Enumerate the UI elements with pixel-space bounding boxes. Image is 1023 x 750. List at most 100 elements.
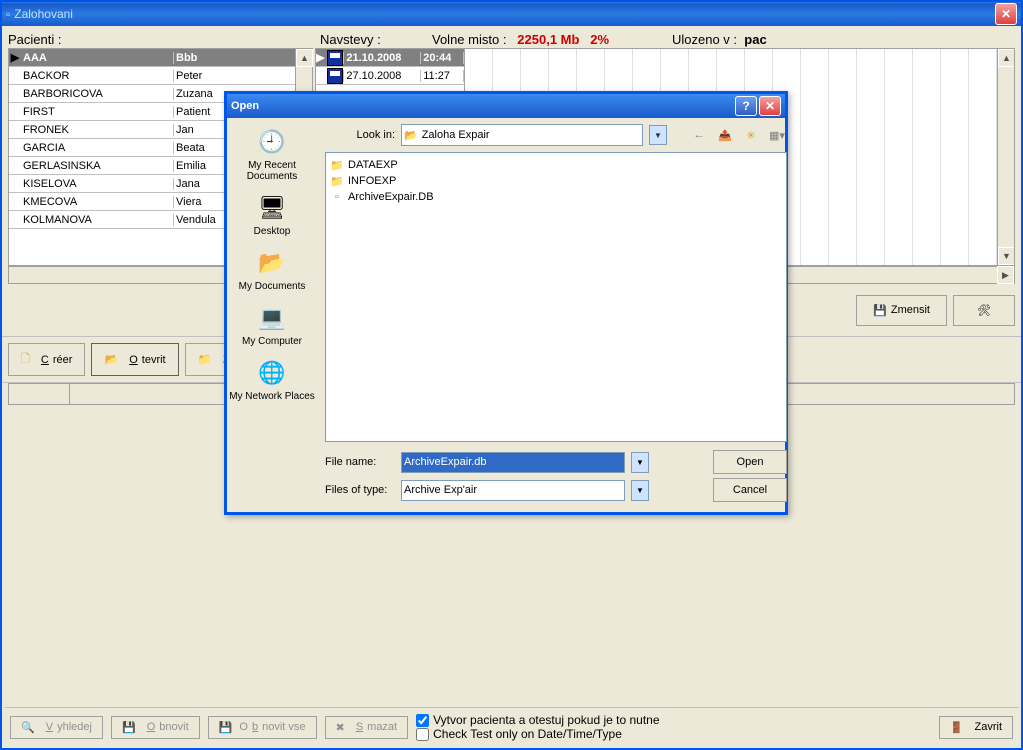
door-exit-icon: 🚪	[950, 721, 964, 734]
file-new-icon: 🗋	[21, 350, 30, 369]
check-vytvor[interactable]: Vytvor pacienta a otestuj pokud je to nu…	[416, 713, 659, 727]
lookin-dropdown-button[interactable]: ▼	[649, 125, 667, 145]
save-all-icon: 💾	[219, 721, 233, 734]
back-button[interactable]: ←	[689, 125, 709, 145]
scroll-up-icon[interactable]: ▲	[998, 49, 1015, 67]
places-bar: 🕘My Recent Documents 🖥Desktop 📂My Docume…	[227, 118, 317, 512]
folder-open-icon: 📂	[404, 129, 418, 142]
lookin-combo[interactable]: 📂 Zaloha Expair	[401, 124, 643, 146]
folder-open-icon: 📂	[104, 353, 118, 366]
dialog-help-button[interactable]: ?	[735, 96, 757, 116]
cell-surname: FRONEK	[21, 124, 174, 136]
cell-name: Bbb	[174, 52, 312, 64]
cell-surname: KMECOVA	[21, 196, 174, 208]
save-icon: 💾	[122, 721, 136, 734]
bottom-toolbar: 🔍 Vyhledej 💾 Obnovit 💾 Obnovit vse ✖ Sma…	[4, 707, 1019, 746]
cell-surname: KOLMANOVA	[21, 214, 174, 226]
scroll-down-icon[interactable]: ▼	[998, 247, 1015, 265]
delete-icon: ✖	[336, 721, 345, 734]
row-pointer-icon: ▶	[316, 51, 327, 64]
scroll-right-icon[interactable]: ▶	[997, 266, 1014, 284]
cell-time: 11:27	[421, 70, 464, 82]
obnovit-vse-button[interactable]: 💾 Obnovit vse	[208, 716, 317, 739]
pacienti-label: Pacienti :	[8, 32, 61, 47]
visits-scrollbar-v[interactable]: ▲ ▼	[997, 49, 1014, 265]
lookin-value: Zaloha Expair	[422, 129, 490, 141]
cell-name: Peter	[174, 70, 312, 82]
check-test-only[interactable]: Check Test only on Date/Time/Type	[416, 727, 659, 741]
app-icon: ▫	[6, 7, 10, 21]
main-titlebar: ▫ Zalohovani ✕	[2, 2, 1021, 26]
dialog-titlebar[interactable]: Open ? ✕	[227, 94, 785, 118]
folder-icon: 📁	[330, 158, 344, 172]
file-list[interactable]: 📁DATAEXP📁 INFOEXP ▫ArchiveExpair.DB	[325, 152, 787, 442]
file-name: ArchiveExpair.DB	[348, 191, 434, 203]
save-red-icon: 💾	[873, 304, 887, 317]
list-item[interactable]: 📁DATAEXP	[330, 157, 782, 173]
cell-surname: BARBORICOVA	[21, 88, 174, 100]
list-item[interactable]: 📁 INFOEXP	[330, 173, 782, 189]
cell-date: 21.10.2008	[343, 52, 421, 64]
list-item[interactable]: ▫ArchiveExpair.DB	[330, 189, 782, 205]
place-desktop[interactable]: 🖥Desktop	[227, 188, 317, 241]
cell-surname: KISELOVA	[21, 178, 174, 190]
place-network[interactable]: 🌐My Network Places	[227, 353, 317, 406]
ulozeno-value: pac	[744, 32, 766, 47]
obnovit-button[interactable]: 💾 Obnovit	[111, 716, 200, 739]
window-close-button[interactable]: ✕	[995, 3, 1017, 25]
save-icon	[327, 50, 343, 66]
desktop-icon: 🖥	[256, 192, 288, 224]
dialog-title: Open	[231, 100, 259, 112]
place-recent[interactable]: 🕘My Recent Documents	[227, 122, 317, 186]
open-dialog: Open ? ✕ 🕘My Recent Documents 🖥Desktop 📂…	[224, 91, 788, 515]
recent-docs-icon: 🕘	[256, 126, 288, 158]
folder-icon: 📁	[198, 353, 212, 366]
creer-button[interactable]: 🗋 Créer	[8, 343, 85, 376]
file-name: INFOEXP	[348, 175, 396, 187]
save-icon	[327, 68, 343, 84]
view-menu-button[interactable]: ▦▾	[767, 125, 787, 145]
zmensit-button[interactable]: 💾 Zmensit	[856, 295, 947, 326]
volne-misto-value: 2250,1 Mb	[517, 32, 579, 47]
filetype-label: Files of type:	[325, 484, 395, 496]
filename-dropdown[interactable]: ▼	[631, 452, 649, 473]
scroll-up-icon[interactable]: ▲	[296, 49, 313, 67]
table-row[interactable]: ▶AAABbb	[9, 49, 312, 67]
cell-surname: GERLASINSKA	[21, 160, 174, 172]
window-title: Zalohovani	[14, 7, 73, 21]
smazat-button[interactable]: ✖ Smazat	[325, 716, 409, 739]
my-documents-icon: 📂	[256, 247, 288, 279]
vyhledej-button[interactable]: 🔍 Vyhledej	[10, 716, 103, 739]
otevrit-button[interactable]: 📂 Otevrit	[91, 343, 178, 376]
place-mydocs[interactable]: 📂My Documents	[227, 243, 317, 296]
network-places-icon: 🌐	[256, 357, 288, 389]
filetype-combo[interactable]: Archive Exp'air	[401, 480, 625, 501]
open-button[interactable]: Open	[713, 450, 787, 474]
zavrit-button[interactable]: 🚪 Zavrit	[939, 716, 1013, 739]
cell-surname: FIRST	[21, 106, 174, 118]
lookin-label: Look in:	[325, 129, 395, 141]
up-one-level-button[interactable]: 📤	[715, 125, 735, 145]
cell-date: 27.10.2008	[343, 70, 421, 82]
tool-button[interactable]: 🛠	[953, 295, 1015, 326]
table-row[interactable]: 27.10.200811:27	[316, 67, 464, 85]
filename-label: File name:	[325, 456, 395, 468]
table-row[interactable]: ▶21.10.200820:44	[316, 49, 464, 67]
cancel-button[interactable]: Cancel	[713, 478, 787, 502]
my-computer-icon: 💻	[256, 302, 288, 334]
folder-icon: 📁	[330, 174, 344, 188]
ulozeno-group: Ulozeno v : pac	[672, 32, 767, 47]
dialog-close-button[interactable]: ✕	[759, 96, 781, 116]
volne-misto-pct: 2%	[590, 32, 609, 47]
cell-surname: GARCIA	[21, 142, 174, 154]
table-row[interactable]: BACKORPeter	[9, 67, 312, 85]
filename-input[interactable]: ArchiveExpair.db	[401, 452, 625, 473]
cell-surname: BACKOR	[21, 70, 174, 82]
search-icon: 🔍	[21, 721, 35, 734]
navstevy-label: Navstevy :	[320, 32, 381, 47]
place-mycomputer[interactable]: 💻My Computer	[227, 298, 317, 351]
filetype-dropdown[interactable]: ▼	[631, 480, 649, 501]
new-folder-button[interactable]: ✳	[741, 125, 761, 145]
volne-misto-group: Volne misto : 2250,1 Mb 2%	[432, 32, 609, 47]
tool-icon: 🛠	[977, 304, 991, 317]
